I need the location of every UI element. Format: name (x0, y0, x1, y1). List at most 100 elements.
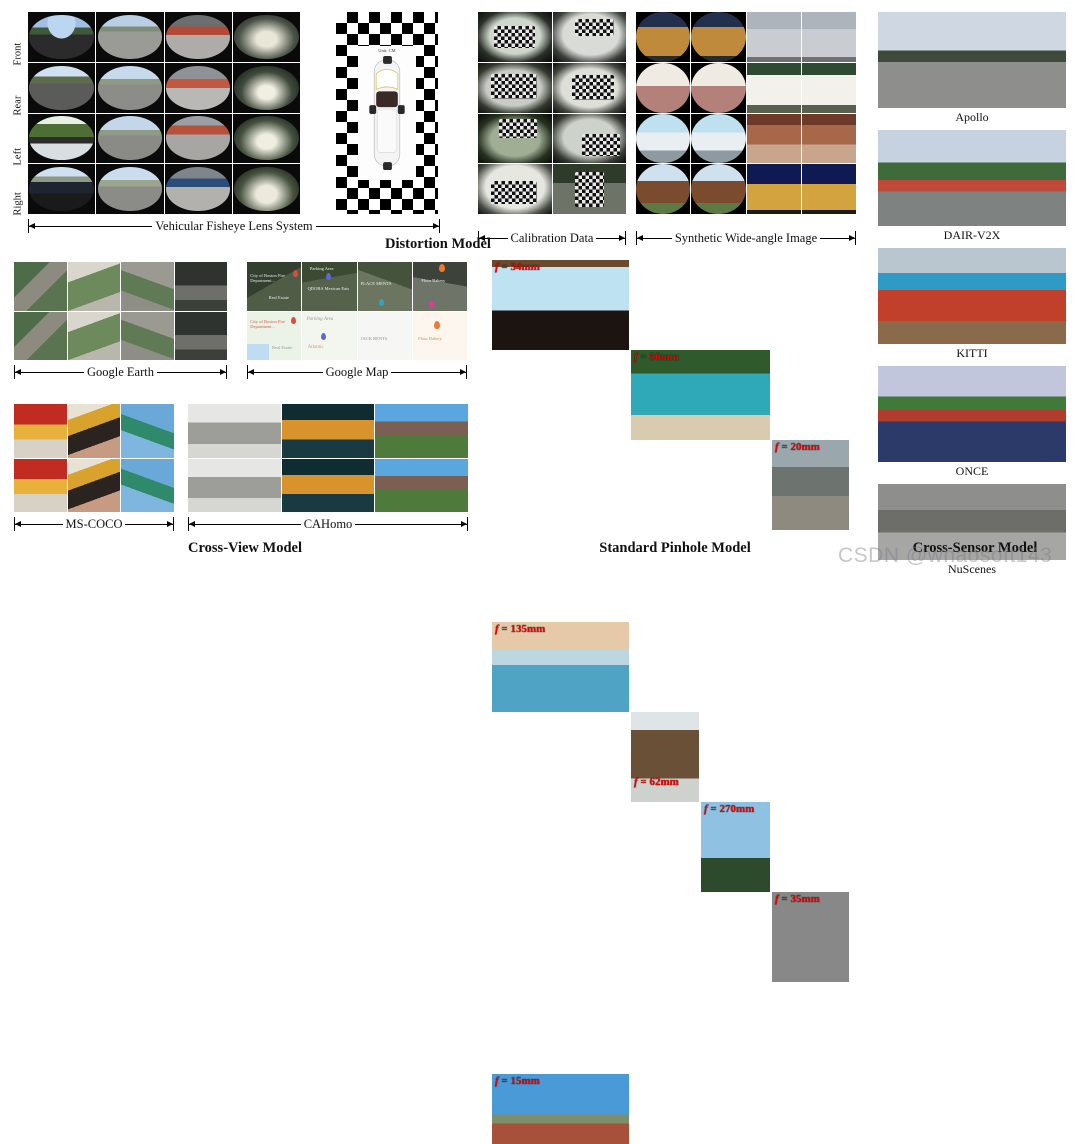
map-text: Flour Bakery (418, 335, 443, 341)
calibration-image (552, 62, 626, 113)
map-text: Parking Area (309, 265, 334, 271)
synthetic-image (801, 113, 856, 164)
coco-image (14, 404, 67, 458)
watermark: CSDN @whaosoft143 (838, 544, 1053, 567)
calibration-checkerboard-chart: Unit: CM (336, 12, 438, 214)
fisheye-image (28, 62, 96, 113)
bracket-cahomo: CAHomo (188, 516, 468, 532)
map-satellite-tile: City of Boston Fire Department... Real E… (247, 262, 302, 311)
coco-image (121, 404, 174, 458)
bracket-synthetic-wideangle: Synthetic Wide-angle Image (636, 230, 856, 246)
map-satellite-tile: Flour Bakery (412, 262, 467, 311)
checkerboard-target (498, 119, 537, 139)
bracket-arm-left (15, 368, 84, 375)
fisheye-image (28, 164, 96, 214)
checkerboard-target (491, 73, 537, 99)
bracket-vehicular-fisheye: Vehicular Fisheye Lens System (28, 218, 441, 234)
row-label-left: Left (12, 148, 24, 166)
calibration-image (478, 113, 552, 164)
synthetic-image (801, 62, 856, 113)
bracket-label: Google Map (325, 364, 389, 379)
map-text: Parking Area (306, 317, 334, 323)
satellite-tile (121, 262, 174, 311)
fisheye-image (164, 164, 232, 214)
cahomo-image (375, 404, 468, 458)
map-text: Flour Bakery (421, 278, 446, 284)
synthetic-image (746, 113, 801, 164)
dataset-label-once: ONCE (955, 464, 989, 478)
pinhole-image: f = 270mm (701, 802, 770, 892)
checkerboard-target (574, 172, 604, 208)
google-map-grid: City of Boston Fire Department... Real E… (247, 262, 467, 360)
satellite-tile (174, 262, 227, 311)
synthetic-image (691, 12, 746, 62)
dataset-image-apollo (878, 12, 1066, 108)
bracket-label: Synthetic Wide-angle Image (674, 230, 818, 245)
map-pin-icon (429, 300, 435, 308)
bracket-tick (173, 517, 174, 531)
bracket-arm-right (596, 234, 625, 241)
bracket-label: MS-COCO (65, 516, 123, 531)
bracket-arm-right (820, 234, 855, 241)
fisheye-image (164, 113, 232, 164)
pinhole-image: f = 62mm (631, 712, 699, 802)
synthetic-wideangle-panel: Synthetic Wide-angle Image (636, 12, 858, 252)
fisheye-image (96, 12, 164, 62)
focal-length-label: f = 135mm (495, 623, 546, 635)
calibration-data-panel: Calibration Data (478, 12, 628, 252)
bracket-arm-left (189, 520, 301, 527)
map-pin-icon (320, 332, 326, 340)
satellite-tile (174, 311, 227, 360)
bracket-tick (466, 365, 467, 379)
pinhole-image: f = 135mm (492, 622, 629, 712)
satellite-tile (14, 311, 67, 360)
fisheye-image (232, 62, 300, 113)
crossview-model-title: Cross-View Model (188, 540, 302, 556)
top-down-car-icon (369, 55, 405, 171)
figure-root: Front Rear Left Right Unit: CM Vehicular… (0, 0, 1087, 1144)
map-pin-icon (293, 269, 298, 277)
map-vector-tile: Parking Area Atlantic (302, 311, 357, 360)
synthetic-image (636, 12, 691, 62)
satellite-tile (14, 262, 67, 311)
fisheye-image (28, 12, 96, 62)
calibration-image (552, 113, 626, 164)
row-label-rear: Rear (12, 95, 24, 116)
dataset-label-apollo: Apollo (955, 110, 989, 124)
bracket-tick (855, 231, 856, 245)
focal-length-label: f = 34mm (495, 261, 540, 273)
fisheye-image (232, 113, 300, 164)
google-earth-grid (14, 262, 227, 360)
map-satellite-tile: Parking Area QDOBA Mexican Eats (302, 262, 357, 311)
synthetic-image (691, 164, 746, 214)
satellite-tile (67, 262, 120, 311)
calibration-image-grid (478, 12, 626, 214)
map-text: Real Estate (271, 345, 293, 351)
focal-length-label: f = 35mm (775, 893, 820, 905)
google-map-panel: City of Boston Fire Department... Real E… (247, 262, 469, 382)
fisheye-image (96, 164, 164, 214)
pinhole-model-title: Standard Pinhole Model (599, 540, 751, 556)
map-pin-icon (290, 317, 296, 325)
synthetic-image (746, 62, 801, 113)
fisheye-image (96, 113, 164, 164)
map-pin-icon (379, 298, 385, 306)
map-pin-icon (438, 263, 445, 272)
coco-image (14, 458, 67, 512)
synthetic-image (746, 164, 801, 214)
synthetic-image (636, 164, 691, 214)
dataset-image-kitti (878, 248, 1066, 344)
row-label-right: Right (12, 192, 24, 216)
map-text: QDOBA Mexican Eats (307, 286, 350, 292)
synthetic-image (636, 62, 691, 113)
checkerboard-target (574, 18, 615, 36)
map-vector-tile: City of Boston Fire Department... Real E… (247, 311, 302, 360)
synthetic-image (746, 12, 801, 62)
focal-length-label: f = 20mm (775, 441, 820, 453)
synthetic-image (691, 113, 746, 164)
checkerboard-target (491, 181, 537, 205)
fisheye-image (164, 62, 232, 113)
row-label-front: Front (12, 42, 24, 66)
pinhole-image: f = 15mm (492, 1074, 629, 1144)
bracket-google-map: Google Map (247, 364, 467, 380)
